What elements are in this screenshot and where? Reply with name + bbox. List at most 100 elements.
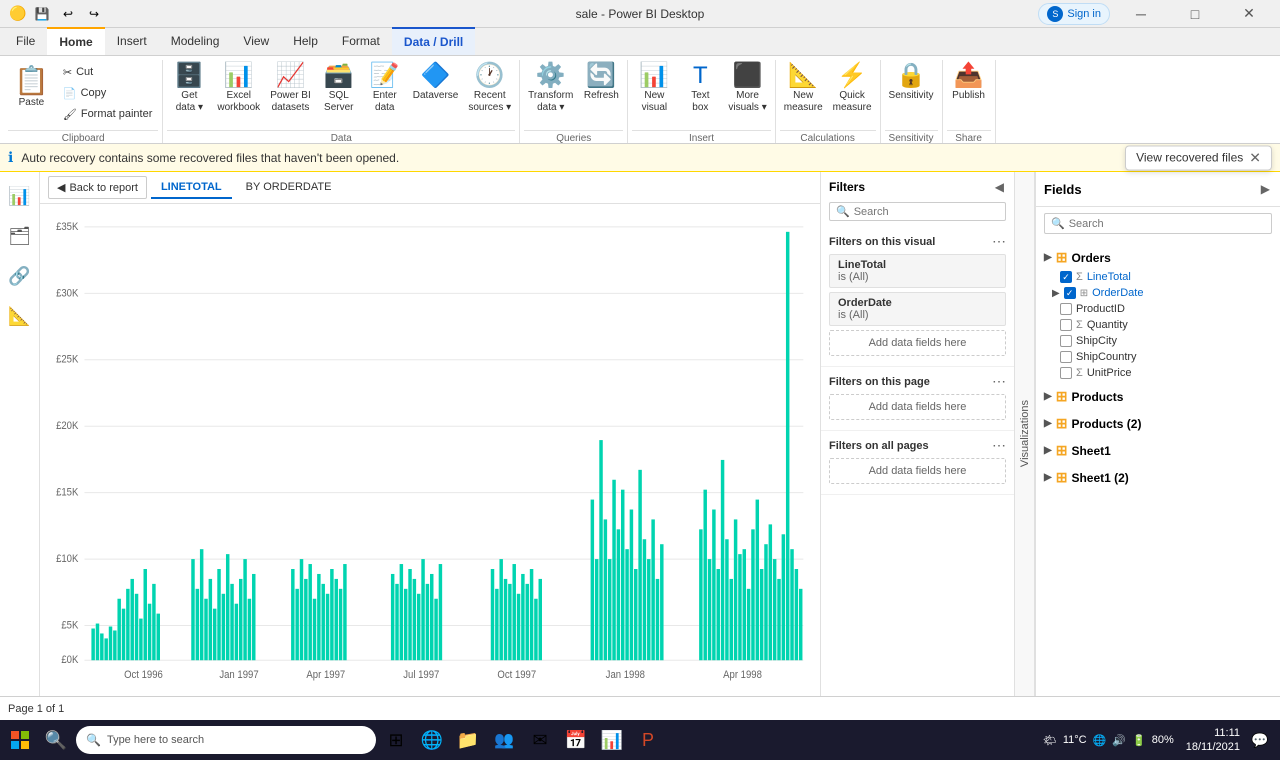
visual-filters-more-btn[interactable]: ⋯: [992, 233, 1006, 250]
add-data-all-pages-btn[interactable]: Add data fields here: [829, 458, 1006, 484]
tab-view[interactable]: View: [231, 27, 281, 55]
enter-data-btn[interactable]: 📝 Enterdata: [363, 62, 407, 128]
field-group-sheet1-2-header[interactable]: ▶ ⊞ Sheet1 (2): [1036, 466, 1280, 489]
undo-btn[interactable]: ↩: [56, 2, 80, 26]
close-btn[interactable]: ✕: [1226, 0, 1272, 28]
svg-text:£30K: £30K: [56, 288, 78, 300]
field-group-products-header[interactable]: ▶ ⊞ Products: [1036, 385, 1280, 408]
all-pages-filters-more-btn[interactable]: ⋯: [992, 437, 1006, 454]
filters-search: 🔍: [829, 202, 1006, 221]
queries-group: ⚙️ Transformdata ▾ 🔄 Refresh Queries: [520, 60, 628, 143]
chart-tab-by-orderdate[interactable]: BY ORDERDATE: [236, 177, 342, 199]
taskbar-search-box[interactable]: 🔍 Type here to search: [76, 726, 376, 754]
quick-measure-btn[interactable]: ⚡ Quickmeasure: [829, 62, 876, 128]
svg-text:£0K: £0K: [61, 655, 78, 667]
field-item-orderdate[interactable]: ▶ ✓ ⊞ OrderDate: [1036, 285, 1280, 301]
powerbi-datasets-btn[interactable]: 📈 Power BIdatasets: [266, 62, 315, 128]
orderdate-label: OrderDate: [1092, 287, 1143, 299]
view-recovered-btn[interactable]: View recovered files: [1136, 151, 1243, 165]
sensitivity-btn[interactable]: 🔒 Sensitivity: [885, 62, 938, 128]
sheet1-2-expand-icon: ▶: [1044, 472, 1052, 483]
filters-collapse-btn[interactable]: ◀: [993, 178, 1006, 196]
recent-sources-btn[interactable]: 🕐 Recentsources ▾: [464, 62, 515, 128]
visualizations-panel: Visualizations: [1015, 172, 1035, 696]
page-info: Page 1 of 1: [8, 703, 64, 715]
close-recovered-btn[interactable]: ✕: [1249, 149, 1261, 166]
excel-workbook-btn[interactable]: 📊 Excelworkbook: [213, 62, 264, 128]
fields-search-icon: 🔍: [1051, 217, 1065, 230]
field-item-shipcity[interactable]: ShipCity: [1036, 333, 1280, 349]
transform-data-btn[interactable]: ⚙️ Transformdata ▾: [524, 62, 577, 128]
back-to-report-btn[interactable]: ◀ Back to report: [48, 176, 147, 199]
field-item-unitprice[interactable]: Σ UnitPrice: [1036, 365, 1280, 381]
tab-home[interactable]: Home: [47, 27, 104, 55]
sidebar-model-icon[interactable]: 🔗: [4, 260, 36, 292]
svg-text:£25K: £25K: [56, 354, 78, 366]
visual-filters-label: Filters on this visual: [829, 236, 935, 248]
field-item-productid[interactable]: ProductID: [1036, 301, 1280, 317]
restore-btn[interactable]: □: [1172, 0, 1218, 28]
tab-format[interactable]: Format: [330, 27, 392, 55]
publish-btn[interactable]: 📤 Publish: [947, 62, 991, 128]
dataverse-btn[interactable]: 🔷 Dataverse: [409, 62, 463, 128]
fields-collapse-btn[interactable]: ▶: [1259, 180, 1272, 198]
field-item-quantity[interactable]: Σ Quantity: [1036, 317, 1280, 333]
cut-btn[interactable]: ✂ Cut: [57, 62, 159, 82]
taskbar-chart-icon[interactable]: 📊: [596, 724, 628, 756]
paste-btn[interactable]: 📋 Paste: [8, 62, 55, 128]
new-measure-btn[interactable]: 📐 Newmeasure: [780, 62, 827, 128]
svg-text:£15K: £15K: [56, 487, 78, 499]
minimize-btn[interactable]: ─: [1118, 0, 1164, 28]
chart-tab-linetotal[interactable]: LINETOTAL: [151, 177, 232, 199]
field-group-sheet1-header[interactable]: ▶ ⊞ Sheet1: [1036, 439, 1280, 462]
productid-checkbox: [1060, 303, 1072, 315]
get-data-btn[interactable]: 🗄️ Getdata ▾: [167, 62, 211, 128]
tab-data-drill[interactable]: Data / Drill: [392, 27, 475, 55]
tab-insert[interactable]: Insert: [105, 27, 159, 55]
filter-item-orderdate[interactable]: OrderDate is (All): [829, 292, 1006, 326]
taskbar-search-placeholder: Type here to search: [107, 734, 204, 746]
quick-access-toolbar: 🟡 💾 ↩ ↪: [8, 2, 106, 26]
sql-server-btn[interactable]: 🗃️ SQLServer: [317, 62, 361, 128]
page-filters-more-btn[interactable]: ⋯: [992, 373, 1006, 390]
orders-label: Orders: [1071, 251, 1110, 265]
new-visual-btn[interactable]: 📊 Newvisual: [632, 62, 676, 128]
taskbar-powerpoint-icon[interactable]: P: [632, 724, 664, 756]
sidebar-report-icon[interactable]: 📊: [4, 180, 36, 212]
format-painter-btn[interactable]: 🖌 Format painter: [57, 104, 159, 124]
share-group: 📤 Publish Share: [943, 60, 996, 143]
fields-search-input[interactable]: [1069, 218, 1265, 230]
taskview-btn[interactable]: ⊞: [380, 724, 412, 756]
sensitivity-group: 🔒 Sensitivity Sensitivity: [881, 60, 943, 143]
filters-search-input[interactable]: [854, 206, 999, 218]
visualizations-label: Visualizations: [1019, 400, 1031, 467]
sign-in-button[interactable]: S Sign in: [1038, 3, 1110, 25]
add-data-page-btn[interactable]: Add data fields here: [829, 394, 1006, 420]
sidebar-data-icon[interactable]: 🗂: [4, 220, 36, 252]
taskbar-teams-icon[interactable]: 👥: [488, 724, 520, 756]
sidebar-dax-icon[interactable]: 📐: [4, 300, 36, 332]
tab-modeling[interactable]: Modeling: [159, 27, 232, 55]
save-quick-btn[interactable]: 💾: [30, 2, 54, 26]
tab-help[interactable]: Help: [281, 27, 330, 55]
productid-label: ProductID: [1076, 303, 1125, 315]
field-item-shipcountry[interactable]: ShipCountry: [1036, 349, 1280, 365]
redo-btn[interactable]: ↪: [82, 2, 106, 26]
start-button[interactable]: [4, 724, 36, 756]
refresh-btn[interactable]: 🔄 Refresh: [579, 62, 623, 128]
notification-btn[interactable]: 💬: [1244, 724, 1276, 756]
taskbar-calendar-icon[interactable]: 📅: [560, 724, 592, 756]
taskbar-explorer-icon[interactable]: 📁: [452, 724, 484, 756]
copy-btn[interactable]: 📄 Copy: [57, 83, 159, 103]
field-item-linetotal[interactable]: ✓ Σ LineTotal: [1036, 269, 1280, 285]
time-date: 11:11 18/11/2021: [1186, 726, 1240, 755]
taskbar-mail-icon[interactable]: ✉: [524, 724, 556, 756]
more-visuals-btn[interactable]: ⬛ Morevisuals ▾: [724, 62, 770, 128]
taskbar-edge-icon[interactable]: 🌐: [416, 724, 448, 756]
filter-item-linetotal[interactable]: LineTotal is (All): [829, 254, 1006, 288]
text-box-btn[interactable]: T Textbox: [678, 62, 722, 128]
tab-file[interactable]: File: [4, 27, 47, 55]
add-data-visual-btn[interactable]: Add data fields here: [829, 330, 1006, 356]
field-group-products2-header[interactable]: ▶ ⊞ Products (2): [1036, 412, 1280, 435]
field-group-orders-header[interactable]: ▶ ⊞ Orders: [1036, 246, 1280, 269]
